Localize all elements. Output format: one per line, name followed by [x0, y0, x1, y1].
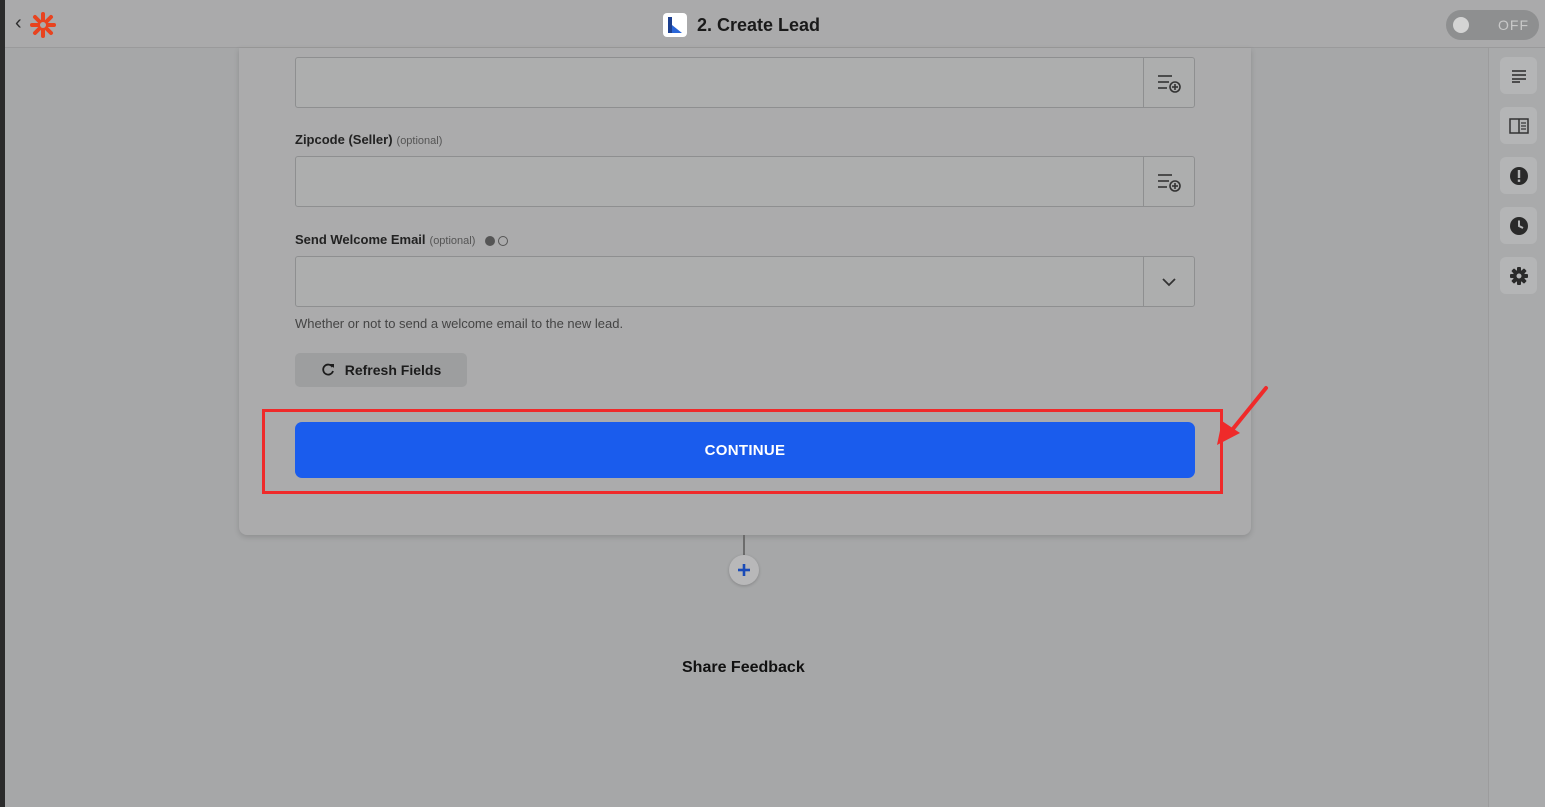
zap-on-off-toggle[interactable]: OFF: [1446, 10, 1539, 40]
outline-button[interactable]: [1500, 57, 1537, 94]
chevron-down-icon: [1162, 277, 1176, 286]
zapier-logo-icon[interactable]: [29, 11, 57, 39]
welcome-email-label: Send Welcome Email (optional): [295, 232, 509, 247]
back-chevron-icon[interactable]: ‹: [15, 13, 22, 33]
settings-icon: [1509, 266, 1528, 285]
history-button[interactable]: [1500, 207, 1537, 244]
annotation-arrow-icon: [1217, 386, 1268, 445]
add-step-button[interactable]: [729, 555, 759, 585]
zipcode-input-row: [295, 156, 1195, 207]
refresh-fields-label: Refresh Fields: [344, 362, 442, 378]
insert-data-button[interactable]: [1143, 58, 1194, 107]
window-edge: [0, 0, 5, 807]
alerts-button[interactable]: [1500, 157, 1537, 194]
welcome-email-help: Whether or not to send a welcome email t…: [295, 316, 624, 331]
plus-icon: [738, 564, 750, 576]
app-icon: [663, 13, 687, 37]
welcome-email-label-text: Send Welcome Email: [295, 232, 426, 247]
dropdown-toggle[interactable]: [1143, 257, 1194, 306]
right-sidebar: [1488, 48, 1545, 807]
welcome-email-select[interactable]: [295, 256, 1195, 307]
outline-icon: [1511, 69, 1526, 83]
step-editor-card: Zipcode (Seller) (optional) Send Welcome …: [239, 48, 1268, 535]
zipcode-input[interactable]: [296, 157, 1144, 206]
custom-value-toggle[interactable]: [485, 235, 509, 246]
step-connector-line: [743, 535, 745, 555]
insert-data-icon: [1158, 74, 1181, 93]
insert-data-icon: [1158, 173, 1181, 192]
zipcode-label-text: Zipcode (Seller): [295, 132, 393, 147]
guide-icon: [1508, 117, 1529, 134]
zipcode-label: Zipcode (Seller) (optional): [295, 132, 442, 147]
alert-icon: [1509, 166, 1528, 185]
field-input-row: [295, 57, 1195, 108]
continue-button[interactable]: CONTINUE: [295, 422, 1195, 478]
page-title: 2. Create Lead: [697, 14, 821, 35]
toggle-label: OFF: [1498, 17, 1529, 33]
radio-empty-icon: [498, 235, 509, 246]
toggle-knob: [1453, 17, 1469, 33]
previous-field-input[interactable]: [296, 58, 1144, 107]
settings-button[interactable]: [1500, 257, 1537, 294]
guide-button[interactable]: [1500, 107, 1537, 144]
radio-filled-icon: [485, 235, 496, 246]
refresh-icon: [322, 363, 334, 376]
zipcode-optional-tag: (optional): [396, 135, 443, 147]
step-title: 2. Create Lead: [663, 12, 820, 38]
share-feedback-link[interactable]: Share Feedback: [682, 659, 805, 677]
refresh-fields-button[interactable]: Refresh Fields: [295, 353, 467, 387]
top-bar: ‹ 2. Create Lead OFF: [5, 0, 1545, 48]
history-icon: [1509, 216, 1528, 235]
welcome-email-optional-tag: (optional): [429, 235, 476, 247]
zipcode-insert-data-button[interactable]: [1143, 157, 1194, 206]
